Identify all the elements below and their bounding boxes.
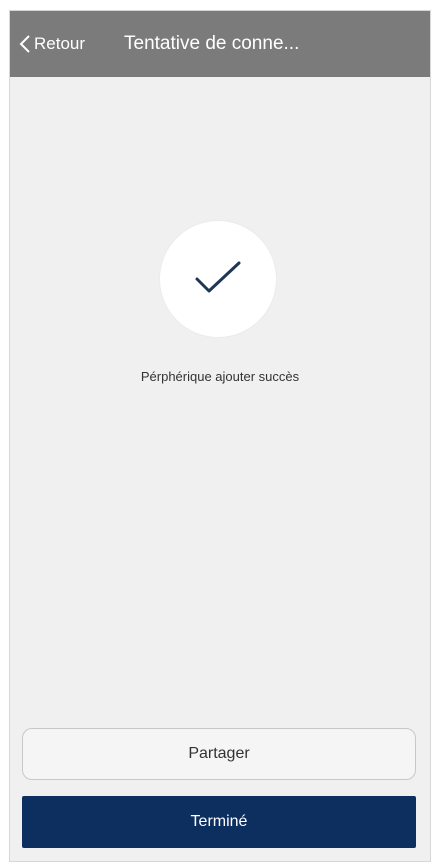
back-label: Retour xyxy=(34,34,86,53)
back-button[interactable]: Retour xyxy=(18,11,85,77)
header-bar: Retour Tentative de conne... xyxy=(10,11,430,77)
success-indicator xyxy=(160,221,276,337)
share-button[interactable]: Partager xyxy=(22,728,416,780)
chevron-left-icon xyxy=(18,34,32,54)
done-button[interactable]: Terminé xyxy=(22,796,416,848)
page-title: Tentative de conne... xyxy=(124,33,300,54)
app-screen: Retour Tentative de conne... Pérphérique… xyxy=(9,10,431,862)
checkmark-icon xyxy=(193,257,243,302)
success-message: Pérphérique ajouter succès xyxy=(140,369,300,384)
